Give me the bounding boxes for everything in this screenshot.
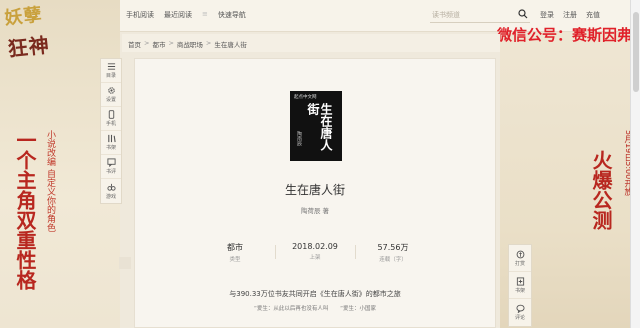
stat-word-count-label: 连载（字） bbox=[379, 257, 407, 263]
chat-icon bbox=[515, 304, 525, 313]
stat-word-count-value: 57.56万 bbox=[377, 243, 409, 252]
right-art-slogan: 火爆公测 bbox=[589, 150, 613, 230]
nav-mobile-read[interactable]: 手机阅读 bbox=[126, 10, 154, 20]
toolbar-settings[interactable]: 设置 bbox=[101, 83, 121, 107]
left-toolbar: 目录 设置 手机 书架 书评 游戏 bbox=[100, 58, 122, 204]
add-bookshelf-label: 书架 bbox=[514, 287, 525, 294]
book-intro: 与390.33万位书友共同开启《生在唐人街》的都市之旅 bbox=[229, 290, 401, 298]
cover-title: 生在唐人街 bbox=[306, 103, 333, 151]
stat-word-count: 57.56万 连载（字） bbox=[363, 242, 423, 263]
tag-item[interactable]: “爱生：从此以后再也没有人叫 bbox=[254, 306, 328, 312]
tag-item[interactable]: “爱生：小国家 bbox=[340, 306, 376, 312]
login-link[interactable]: 登录 bbox=[540, 10, 554, 20]
toolbar-mobile-label: 手机 bbox=[105, 121, 116, 127]
comment-icon bbox=[106, 158, 116, 167]
toolbar-mobile[interactable]: 手机 bbox=[101, 107, 121, 131]
book-author[interactable]: 陶荷辰 著 bbox=[135, 205, 495, 215]
watermark-banner: 微信公号：赛斯因弗 bbox=[496, 26, 632, 44]
collapse-toolbar-button[interactable] bbox=[119, 257, 131, 269]
nav-menu-icon: ≡ bbox=[202, 10, 208, 18]
breadcrumb-home[interactable]: 首页 bbox=[128, 39, 141, 49]
breadcrumb-separator: > bbox=[144, 39, 150, 47]
list-icon bbox=[107, 63, 115, 70]
left-art-slogan: 一个主角双重性格 bbox=[13, 130, 37, 290]
register-link[interactable]: 注册 bbox=[563, 10, 577, 20]
comment-label: 评论 bbox=[514, 315, 525, 321]
stat-publish-date-value: 2018.02.09 bbox=[292, 242, 338, 251]
search-input[interactable]: 读书频道 bbox=[430, 7, 530, 23]
reward-button[interactable]: 打赏 bbox=[509, 245, 531, 272]
recharge-link[interactable]: 充值 bbox=[586, 10, 600, 20]
toolbar-catalog-label: 目录 bbox=[105, 73, 116, 79]
nav-recent-read[interactable]: 最近阅读 bbox=[164, 10, 192, 20]
stat-publish-date-label: 上架 bbox=[309, 255, 321, 261]
book-title: 生在唐人街 bbox=[284, 183, 345, 197]
stat-publish-date: 2018.02.09 上架 bbox=[285, 242, 345, 261]
cover-author: 陶南辰 bbox=[296, 131, 302, 146]
bookshelf-icon bbox=[107, 134, 116, 143]
stat-genre: 都市 类型 bbox=[205, 242, 265, 263]
stat-divider bbox=[275, 245, 276, 259]
stat-divider bbox=[355, 245, 356, 259]
reward-label: 打赏 bbox=[514, 260, 525, 267]
stat-genre-value: 都市 bbox=[227, 243, 243, 252]
left-art-title-line1: 妖孽 bbox=[3, 4, 44, 30]
toolbar-settings-label: 设置 bbox=[105, 97, 116, 103]
breadcrumb-separator: > bbox=[205, 39, 212, 47]
breadcrumb: 首页 > 都市 > 商战职场 > 生在唐人街 bbox=[122, 34, 500, 52]
toolbar-bookshelf-label: 书架 bbox=[105, 145, 116, 151]
right-toolbar: 打赏 书架 评论 bbox=[508, 244, 532, 327]
breadcrumb-subcategory[interactable]: 商战职场 bbox=[177, 39, 203, 49]
book-info-panel: 起点中文网 生在唐人街 陶南辰 生在唐人街 陶荷辰 著 都市 类型 2018.0… bbox=[134, 58, 496, 328]
scrollbar-thumb[interactable] bbox=[633, 12, 639, 92]
toolbar-game[interactable]: 游戏 bbox=[101, 179, 121, 203]
left-art-subtext: 小说改编 自定义你的角色 bbox=[45, 130, 55, 232]
cover-publisher-logo: 起点中文网 bbox=[294, 95, 317, 100]
phone-icon bbox=[108, 110, 114, 119]
account-links: 登录 注册 充值 bbox=[540, 10, 600, 20]
stat-genre-label: 类型 bbox=[229, 257, 241, 263]
left-art-title: 妖孽 狂神 bbox=[3, 0, 109, 61]
book-tags: “爱生：从此以后再也没有人叫 “爱生：小国家 bbox=[135, 304, 495, 312]
toolbar-bookshelf[interactable]: 书架 bbox=[101, 131, 121, 155]
toolbar-review[interactable]: 书评 bbox=[101, 155, 121, 179]
gear-icon bbox=[107, 87, 115, 94]
toolbar-game-label: 游戏 bbox=[105, 193, 116, 200]
add-bookshelf-button[interactable]: 书架 bbox=[509, 272, 531, 299]
nav-quick-nav[interactable]: 快速导航 bbox=[218, 10, 246, 20]
top-nav: 手机阅读 最近阅读 ≡ 快速导航 bbox=[126, 10, 246, 20]
search-icon[interactable] bbox=[518, 9, 528, 19]
breadcrumb-separator: > bbox=[168, 39, 174, 47]
gamepad-icon bbox=[106, 183, 116, 191]
breadcrumb-current: 生在唐人街 bbox=[214, 41, 247, 49]
book-cover[interactable]: 起点中文网 生在唐人街 陶南辰 bbox=[290, 91, 342, 161]
comment-button[interactable]: 评论 bbox=[509, 299, 531, 326]
page-scrollbar[interactable] bbox=[630, 0, 640, 328]
bookshelf-icon bbox=[516, 276, 524, 286]
toolbar-catalog[interactable]: 目录 bbox=[101, 59, 121, 83]
breadcrumb-category[interactable]: 都市 bbox=[152, 39, 165, 49]
toolbar-review-label: 书评 bbox=[105, 169, 116, 175]
coin-icon bbox=[516, 250, 524, 258]
